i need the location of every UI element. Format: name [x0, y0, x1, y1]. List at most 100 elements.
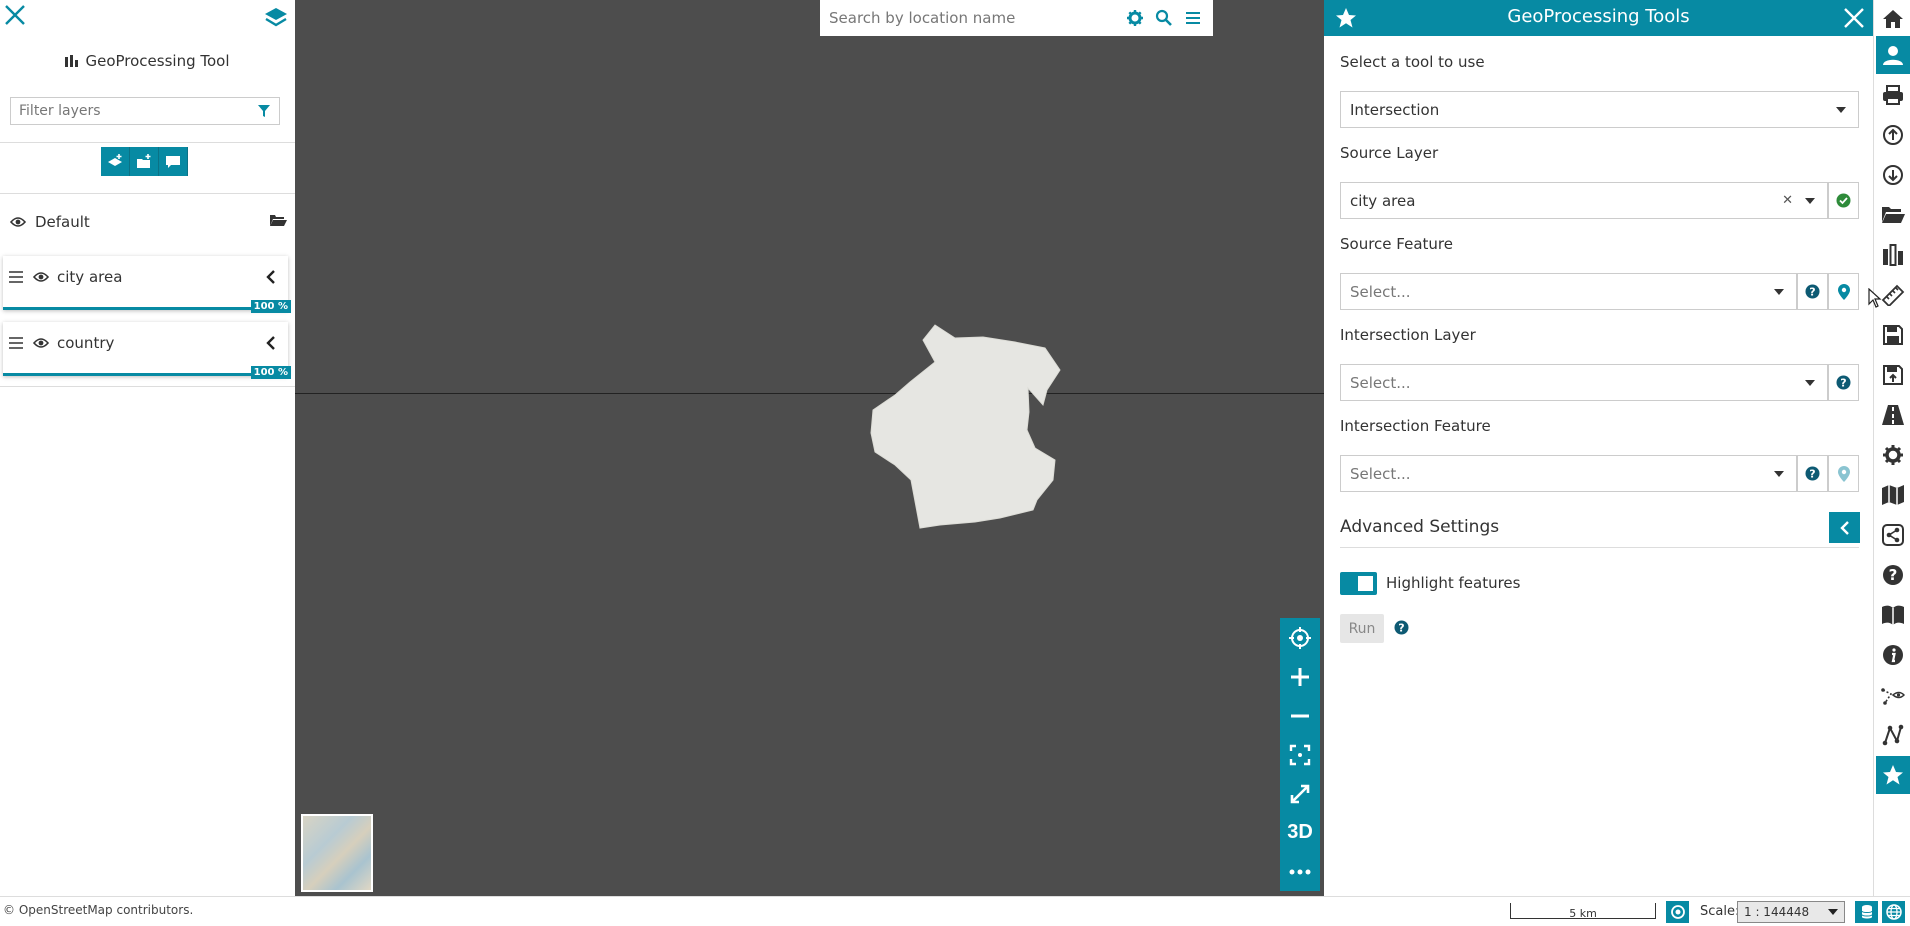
- source-feature-placeholder: Select...: [1350, 282, 1411, 301]
- zoom-in-button[interactable]: [1280, 657, 1320, 696]
- globe-toggle[interactable]: [1882, 901, 1905, 923]
- zoom-out-button[interactable]: [1280, 696, 1320, 735]
- menu-icon[interactable]: [1184, 9, 1202, 27]
- geoprocessing-button[interactable]: [1876, 236, 1910, 274]
- filter-layers-field[interactable]: [10, 97, 280, 125]
- divider: [0, 386, 295, 387]
- login-button[interactable]: [1876, 36, 1910, 74]
- intersection-feature-select[interactable]: Select...: [1340, 455, 1797, 492]
- help-button[interactable]: ?: [1876, 556, 1910, 594]
- source-feature-pick[interactable]: [1828, 273, 1859, 310]
- drag-handle-icon[interactable]: [9, 337, 23, 349]
- tool-select[interactable]: Intersection: [1340, 91, 1859, 128]
- close-icon[interactable]: [2, 2, 28, 28]
- highlight-features-toggle[interactable]: [1340, 572, 1377, 595]
- map-templates-button[interactable]: [1876, 476, 1910, 514]
- layer-item-city-area[interactable]: city area 100 %: [3, 256, 291, 313]
- scale-label: Scale:: [1700, 904, 1740, 919]
- eye-icon[interactable]: [10, 216, 26, 228]
- opacity-bar[interactable]: [3, 373, 288, 376]
- advanced-settings-toggle[interactable]: [1829, 512, 1860, 543]
- caret-down-icon: [1774, 470, 1784, 477]
- download-icon: [1883, 165, 1903, 185]
- layers-icon[interactable]: [263, 6, 289, 30]
- street-view-button[interactable]: [1876, 396, 1910, 434]
- scale-select[interactable]: 1 : 144448: [1737, 901, 1845, 923]
- filter-layers-input[interactable]: [19, 103, 257, 119]
- database-icon: [1861, 905, 1872, 919]
- plus-icon: [1291, 667, 1309, 686]
- fullscreen-icon: [1290, 784, 1310, 803]
- opacity-value: 100 %: [250, 300, 291, 313]
- source-layer-value: city area: [1350, 191, 1416, 210]
- eye-icon[interactable]: [33, 337, 49, 349]
- source-feature-select[interactable]: Select...: [1340, 273, 1797, 310]
- zoom-to-extent-button[interactable]: [1280, 735, 1320, 774]
- filter-icon[interactable]: [257, 104, 271, 118]
- divider: [0, 142, 295, 143]
- intersection-feature-help[interactable]: ?: [1797, 455, 1828, 492]
- crosshair-toggle[interactable]: [1666, 901, 1689, 923]
- gear-icon[interactable]: [1126, 9, 1144, 27]
- run-button[interactable]: Run: [1340, 614, 1384, 643]
- coordinate-toggle[interactable]: [1855, 901, 1878, 923]
- upload-button[interactable]: [1876, 116, 1910, 154]
- add-group-button[interactable]: [130, 147, 159, 176]
- share-button[interactable]: [1876, 516, 1910, 554]
- annotations-button[interactable]: [159, 147, 188, 176]
- comment-icon: [166, 155, 180, 168]
- layer-name: country: [57, 334, 115, 352]
- chevron-left-icon[interactable]: [266, 270, 276, 284]
- mouse-cursor: [1868, 288, 1882, 308]
- search-input[interactable]: [829, 9, 1126, 27]
- edit-geometry-button[interactable]: [1876, 716, 1910, 754]
- target-icon: [1670, 905, 1685, 919]
- source-layer-label: Source Layer: [1340, 144, 1439, 162]
- about-button[interactable]: [1876, 636, 1910, 674]
- close-icon[interactable]: [1841, 5, 1867, 31]
- map-canvas[interactable]: 3D: [295, 0, 1324, 896]
- clear-icon[interactable]: ✕: [1782, 193, 1793, 208]
- layer-actions: [101, 147, 188, 176]
- panel-title: GeoProcessing Tool: [0, 52, 295, 70]
- caret-down-icon: [1805, 379, 1815, 386]
- ruler-icon: [1881, 284, 1905, 306]
- identify-button[interactable]: [1876, 676, 1910, 714]
- source-feature-help[interactable]: ?: [1797, 273, 1828, 310]
- drag-handle-icon[interactable]: [9, 271, 23, 283]
- layer-group-default[interactable]: Default: [0, 210, 295, 234]
- download-button[interactable]: [1876, 156, 1910, 194]
- opacity-bar[interactable]: [3, 307, 288, 310]
- intersection-layer-help[interactable]: ?: [1828, 364, 1859, 401]
- folder-open-icon[interactable]: [269, 212, 287, 228]
- source-layer-select[interactable]: city area ✕: [1340, 182, 1828, 219]
- svg-text:?: ?: [1398, 622, 1404, 635]
- eye-icon[interactable]: [33, 271, 49, 283]
- road-icon: [1882, 405, 1904, 425]
- chevron-left-icon[interactable]: [266, 336, 276, 350]
- city-area-polygon[interactable]: [295, 0, 1324, 896]
- location-search[interactable]: [820, 0, 1213, 36]
- print-button[interactable]: [1876, 76, 1910, 114]
- save-button[interactable]: [1876, 316, 1910, 354]
- tutorial-button[interactable]: [1876, 596, 1910, 634]
- add-layer-button[interactable]: [101, 147, 130, 176]
- intersection-feature-label: Intersection Feature: [1340, 417, 1491, 435]
- overview-map[interactable]: [301, 814, 373, 892]
- home-button[interactable]: [1876, 0, 1910, 38]
- settings-button[interactable]: [1876, 436, 1910, 474]
- help-icon[interactable]: ?: [1394, 620, 1409, 635]
- favorites-button[interactable]: [1876, 756, 1910, 794]
- caret-down-icon: [1774, 288, 1784, 295]
- search-icon[interactable]: [1155, 9, 1173, 27]
- locate-button[interactable]: [1280, 618, 1320, 657]
- open-catalog-button[interactable]: [1876, 196, 1910, 234]
- 3d-button[interactable]: 3D: [1280, 813, 1320, 852]
- fullscreen-button[interactable]: [1280, 774, 1320, 813]
- intersection-layer-select[interactable]: Select...: [1340, 364, 1828, 401]
- layer-item-country[interactable]: country 100 %: [3, 322, 291, 379]
- save-as-button[interactable]: [1876, 356, 1910, 394]
- more-button[interactable]: [1280, 852, 1320, 891]
- intersection-feature-pick[interactable]: [1828, 455, 1859, 492]
- help-icon: ?: [1805, 466, 1820, 481]
